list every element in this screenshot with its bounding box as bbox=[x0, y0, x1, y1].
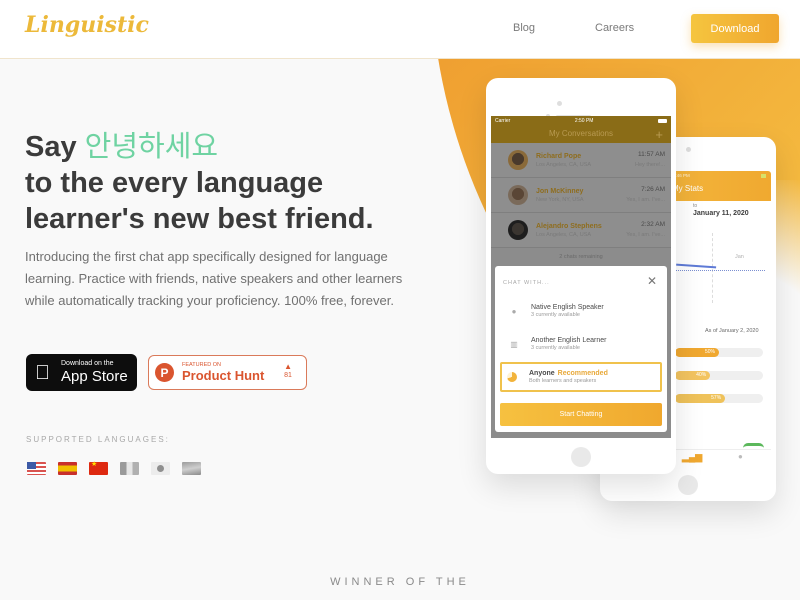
ph-vote-count: 81 bbox=[284, 372, 292, 379]
stats-to-date[interactable]: January 11, 2020 bbox=[693, 210, 749, 217]
supported-languages-label: SUPPORTED LANGUAGES: bbox=[26, 435, 170, 444]
tab-bar-divider bbox=[670, 449, 771, 450]
chart-series-line bbox=[675, 263, 717, 273]
chat-option-learner[interactable]: ▥ Another English Learner 3 currently av… bbox=[500, 329, 662, 359]
headline-korean-greeting: 안녕하세요 bbox=[84, 129, 219, 163]
contact-name: Jon McKinney bbox=[536, 187, 584, 195]
carrier-label: Carrier bbox=[495, 118, 511, 124]
appstore-big-text: App Store bbox=[61, 368, 128, 385]
battery-icon bbox=[761, 174, 766, 178]
china-flag-icon[interactable] bbox=[89, 460, 108, 475]
chat-option-anyone[interactable]: Anyone Recommended Both learners and spea… bbox=[500, 362, 662, 392]
headline-prefix: Say bbox=[25, 131, 77, 163]
hero-intro: Introducing the first chat app specifica… bbox=[25, 249, 403, 308]
contact-name: Richard Pope bbox=[536, 152, 582, 160]
add-conversation-icon[interactable]: + bbox=[655, 127, 663, 142]
upvote-icon: ▲ bbox=[284, 362, 292, 371]
proficiency-bar: 40% bbox=[675, 371, 763, 380]
winner-heading: WINNER OF THE bbox=[330, 576, 470, 588]
grayed-flag-icon[interactable] bbox=[151, 462, 170, 475]
status-time: 2:50 PM bbox=[574, 118, 594, 124]
hero-headline: Say 안녕하세요 to the every language learner'… bbox=[25, 128, 374, 237]
contact-location: Los Angeles, CA, USA bbox=[536, 231, 592, 238]
recommended-tag: Recommended bbox=[557, 370, 608, 377]
headline-line-3: learner's new best friend. bbox=[25, 203, 374, 235]
conversation-time: 2:32 AM bbox=[641, 221, 665, 228]
conversation-item[interactable]: Richard Pope Los Angeles, CA, USA 11:57 … bbox=[491, 143, 671, 178]
close-icon[interactable]: ✕ bbox=[647, 274, 657, 288]
headline-line-2: to the every language bbox=[25, 167, 324, 199]
book-icon: ▥ bbox=[510, 339, 518, 349]
phone-home-button bbox=[678, 475, 698, 495]
avatar bbox=[508, 185, 528, 205]
conversation-preview: Yes, I am. I've... bbox=[626, 197, 665, 203]
chats-remaining: 2 chats remaining bbox=[559, 254, 603, 260]
language-flags bbox=[27, 460, 201, 475]
spain-flag-icon[interactable] bbox=[58, 462, 77, 475]
download-button[interactable]: Download bbox=[691, 14, 779, 43]
chart-month-label: Jan bbox=[735, 254, 744, 260]
status-bar: Carrier 2:50 PM bbox=[491, 116, 671, 126]
option-subtitle: 3 currently available bbox=[531, 312, 580, 318]
appstore-small-text: Download on the bbox=[61, 360, 114, 367]
conversation-preview: Hey there!... bbox=[635, 162, 665, 168]
nav-careers-link[interactable]: Careers bbox=[595, 22, 634, 34]
product-hunt-icon: P bbox=[155, 363, 174, 382]
grayed-flag-icon[interactable] bbox=[120, 462, 139, 475]
stats-title: My Stats bbox=[672, 184, 704, 193]
conversation-item[interactable]: Jon McKinney New York, NY, USA 7:26 AM Y… bbox=[491, 178, 671, 213]
chat-option-native[interactable]: ● Native English Speaker 3 currently ava… bbox=[500, 296, 662, 326]
profile-tab-icon[interactable]: ● bbox=[738, 452, 743, 461]
stats-to-label: to bbox=[693, 203, 698, 209]
app-store-badge[interactable]:  Download on the App Store bbox=[26, 354, 137, 391]
stats-tab-icon[interactable]: ▂▄▆ bbox=[682, 452, 702, 463]
nav-blog-link[interactable]: Blog bbox=[513, 22, 535, 34]
proficiency-bar-fill: 57% bbox=[675, 394, 726, 403]
option-name: Another English Learner bbox=[531, 337, 607, 344]
conversation-item[interactable]: Alejandro Stephens Los Angeles, CA, USA … bbox=[491, 213, 671, 248]
logo[interactable]: Linguistic bbox=[25, 12, 149, 38]
conversation-time: 11:57 AM bbox=[638, 151, 665, 158]
proficiency-bar-fill: 50% bbox=[675, 348, 719, 357]
chat-screen: Carrier 2:50 PM My Conversations + Richa… bbox=[491, 116, 671, 438]
proficiency-bar-fill: 40% bbox=[675, 371, 711, 380]
conversation-time: 7:26 AM bbox=[641, 186, 665, 193]
chat-phone-mockup: Carrier 2:50 PM My Conversations + Richa… bbox=[486, 78, 676, 474]
proficiency-bar: 57% bbox=[675, 394, 763, 403]
site-header: Linguistic Blog Careers Download bbox=[0, 0, 800, 59]
contact-location: New York, NY, USA bbox=[536, 196, 584, 203]
phone-camera bbox=[557, 101, 562, 106]
start-chatting-button[interactable]: Start Chatting bbox=[500, 403, 662, 426]
contact-name: Alejandro Stephens bbox=[536, 222, 602, 230]
phone-home-button bbox=[571, 447, 591, 467]
ph-big-text: Product Hunt bbox=[182, 368, 265, 383]
contact-location: Los Angeles, CA, USA bbox=[536, 161, 592, 168]
ph-votes: ▲ 81 bbox=[284, 362, 292, 379]
option-subtitle: 3 currently available bbox=[531, 345, 580, 351]
option-name: Anyone bbox=[529, 370, 555, 377]
proficiency-bar: 50% bbox=[675, 348, 763, 357]
battery-icon bbox=[658, 119, 667, 123]
option-name: Native English Speaker bbox=[531, 304, 604, 311]
stats-header: 8:46 PM My Stats bbox=[670, 171, 771, 201]
toggle-switch[interactable] bbox=[743, 443, 764, 453]
phone-camera bbox=[686, 147, 691, 152]
conversations-navbar: My Conversations + bbox=[491, 126, 671, 143]
grayed-flag-icon[interactable] bbox=[182, 462, 201, 475]
conversation-preview: Yes, I am. I've... bbox=[626, 232, 665, 238]
person-icon: ● bbox=[511, 306, 517, 316]
product-hunt-badge[interactable]: P FEATURED ON Product Hunt ▲ 81 bbox=[148, 355, 307, 390]
avatar bbox=[508, 150, 528, 170]
globe-icon bbox=[507, 372, 517, 382]
stats-as-of: As of January 2, 2020 bbox=[705, 328, 759, 334]
option-subtitle: Both learners and speakers bbox=[529, 378, 597, 384]
modal-title: CHAT WITH... bbox=[503, 280, 550, 286]
us-flag-icon[interactable] bbox=[27, 462, 46, 475]
avatar bbox=[508, 220, 528, 240]
chat-with-modal: CHAT WITH... ✕ ● Native English Speaker … bbox=[495, 266, 667, 432]
conversations-title: My Conversations bbox=[548, 129, 614, 138]
apple-icon:  bbox=[35, 363, 57, 383]
